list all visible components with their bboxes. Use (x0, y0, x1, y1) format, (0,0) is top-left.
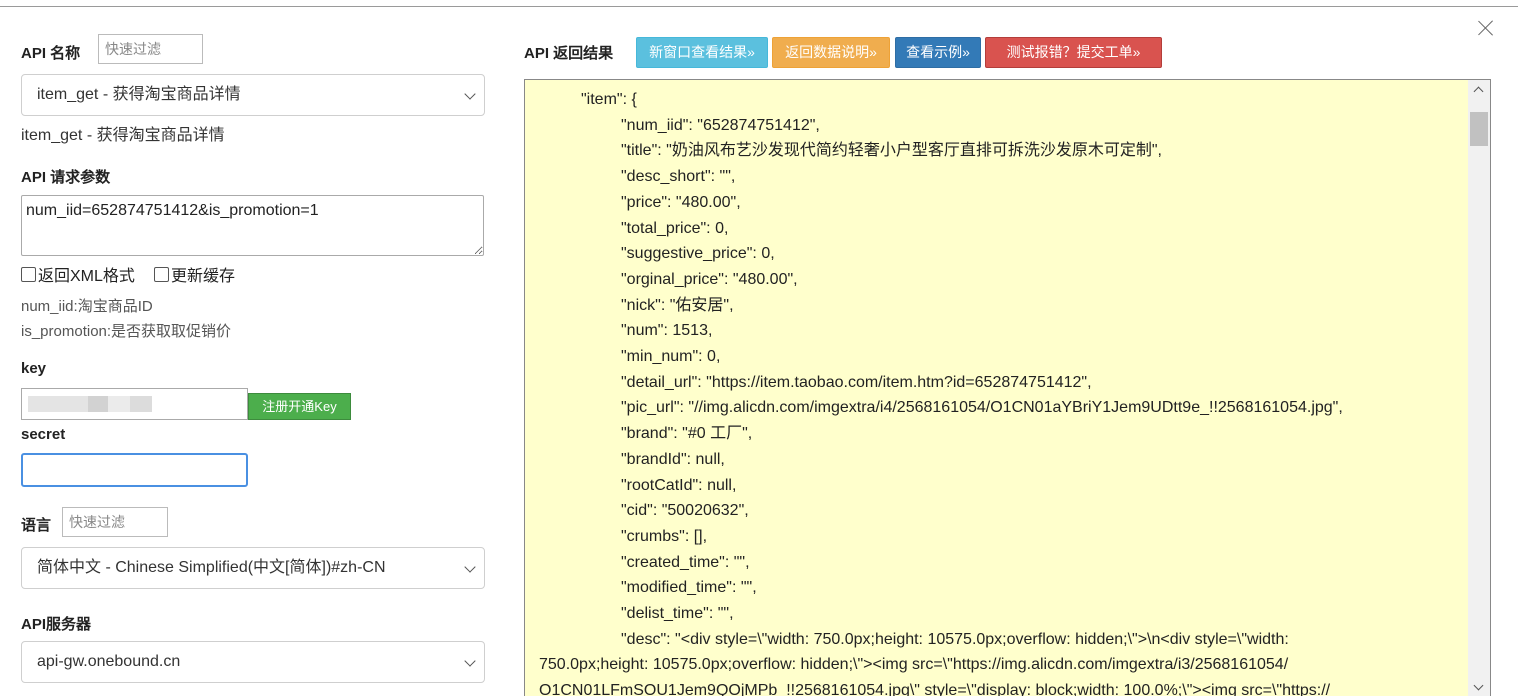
api-select[interactable]: item_get - 获得淘宝商品详情 (21, 74, 485, 116)
secret-label: secret (21, 426, 66, 443)
json-line: "cid": "50020632", (621, 502, 749, 520)
masked-key-block (88, 396, 108, 412)
chevron-down-icon (464, 561, 476, 573)
masked-key-block (28, 396, 88, 412)
json-line: "num_iid": "652874751412", (621, 116, 820, 134)
masked-key-block (130, 396, 152, 412)
server-select[interactable]: api-gw.onebound.cn (21, 641, 485, 683)
json-line: "created_time": "", (621, 553, 750, 571)
language-filter-input[interactable] (62, 507, 168, 537)
chevron-down-icon (464, 655, 476, 667)
api-name-label: API 名称 (21, 45, 81, 62)
key-label: key (21, 360, 47, 377)
param-hint-is-promotion: is_promotion:是否获取取促销价 (21, 323, 232, 340)
xml-format-label: 返回XML格式 (38, 268, 135, 285)
vertical-scrollbar[interactable] (1468, 80, 1490, 696)
masked-key-block (108, 396, 130, 412)
json-line: "desc_short": "", (621, 168, 736, 186)
json-line: "delist_time": "", (621, 605, 734, 623)
update-cache-label: 更新缓存 (171, 268, 236, 285)
top-divider (0, 6, 1518, 7)
api-description: item_get - 获得淘宝商品详情 (21, 127, 225, 144)
json-line-desc: "desc": "<div style=\"width: 750.0px;hei… (621, 630, 1289, 648)
api-filter-input[interactable] (98, 34, 203, 64)
server-label: API服务器 (21, 616, 92, 633)
checkbox-box[interactable] (154, 266, 169, 282)
api-select-value: item_get - 获得淘宝商品详情 (37, 86, 241, 103)
language-label: 语言 (21, 517, 52, 534)
json-line-desc-wrap: O1CN01LFmSOU1Jem9QOjMPb_!!2568161054.jpg… (539, 682, 1331, 696)
json-line: "price": "480.00", (621, 193, 741, 211)
json-line: "min_num": 0, (621, 348, 721, 366)
return-data-desc-button[interactable]: 返回数据说明» (772, 37, 890, 68)
json-line: "item": { (581, 91, 637, 108)
xml-format-checkbox[interactable]: 返回XML格式 (21, 262, 135, 286)
view-example-button[interactable]: 查看示例» (895, 37, 981, 68)
chevron-down-icon (464, 88, 476, 100)
language-select-value: 简体中文 - Chinese Simplified(中文[简体])#zh-CN (37, 559, 386, 576)
json-line: "rootCatId": null, (621, 476, 737, 494)
key-input[interactable] (21, 388, 248, 420)
json-line: "suggestive_price": 0, (621, 245, 775, 263)
report-error-button[interactable]: 测试报错？提交工单» (985, 37, 1162, 68)
checkbox-box[interactable] (21, 266, 36, 282)
json-line: "title": "奶油风布艺沙发现代简约轻奢小户型客厅直排可拆洗沙发原木可定制… (621, 142, 1162, 160)
json-line: "brand": "#0 工厂", (621, 425, 753, 443)
json-line: "pic_url": "//img.alicdn.com/imgextra/i4… (621, 399, 1343, 417)
secret-input[interactable] (21, 453, 248, 487)
json-line: "modified_time": "", (621, 579, 757, 597)
json-line: "crumbs": [], (621, 527, 708, 545)
json-line: "detail_url": "https://item.taobao.com/i… (621, 373, 1092, 391)
language-select[interactable]: 简体中文 - Chinese Simplified(中文[简体])#zh-CN (21, 547, 485, 589)
param-hint-num-iid: num_iid:淘宝商品ID (21, 298, 153, 315)
update-cache-checkbox[interactable]: 更新缓存 (154, 262, 235, 286)
json-line: "orginal_price": "480.00", (621, 270, 798, 288)
params-label: API 请求参数 (21, 169, 111, 186)
params-textarea[interactable]: num_iid=652874751412&is_promotion=1 (21, 195, 484, 256)
json-line: "total_price": 0, (621, 219, 729, 237)
json-line: "nick": "佑安居", (621, 296, 734, 314)
register-key-button[interactable]: 注册开通Key (248, 393, 351, 420)
scroll-up-arrow-icon[interactable] (1468, 80, 1490, 98)
result-json-text: "item": { "num_iid": "652874751412", "titl… (539, 87, 1464, 696)
scroll-down-arrow-icon[interactable] (1468, 679, 1490, 696)
close-icon[interactable] (1474, 16, 1498, 40)
json-line: "brandId": null, (621, 450, 725, 468)
open-new-window-button[interactable]: 新窗口查看结果» (636, 37, 768, 68)
result-output-panel[interactable]: "item": { "num_iid": "652874751412", "titl… (524, 79, 1491, 696)
scrollbar-thumb[interactable] (1470, 112, 1488, 146)
json-line: "num": 1513, (621, 322, 713, 340)
server-select-value: api-gw.onebound.cn (37, 653, 181, 670)
json-line-desc-wrap: 750.0px;height: 10575.0px;overflow: hidd… (539, 656, 1289, 674)
result-label: API 返回结果 (524, 45, 614, 62)
